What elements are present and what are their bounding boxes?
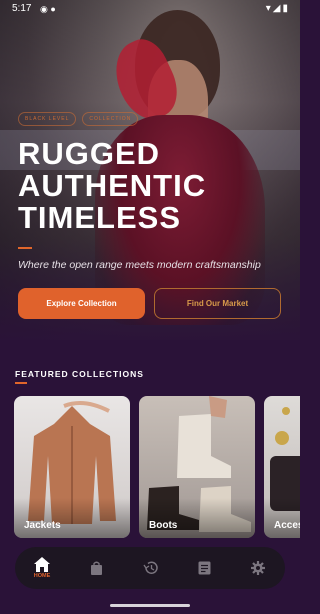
nav-item-orders[interactable] [184,550,224,586]
receipt-icon [198,561,210,575]
status-icons: ◉ ● [40,4,56,14]
featured-collections-carousel[interactable]: Jackets Boots Acces [14,396,300,538]
home-indicator[interactable] [110,604,190,607]
explore-collection-button[interactable]: Explore Collection [18,288,145,319]
status-bar: 5:17 ◉ ● ▾◢▮ [0,0,300,20]
card-label: Acces [274,520,300,531]
shopping-bag-icon [90,561,102,575]
card-label: Boots [149,520,178,531]
history-icon [142,561,158,574]
hero-tagline: Where the open range meets modern crafts… [18,259,261,271]
hero-badge: BLACK LEVEL [18,112,77,126]
hero-badges: BLACK LEVEL COLLECTION [18,112,139,126]
headline-line: TIMELESS [18,200,182,235]
section-accent-divider [15,382,27,384]
nav-item-settings[interactable] [238,550,278,586]
hero-headline: RUGGED AUTHENTIC TIMELESS [18,138,206,234]
nav-label-home: HOME [33,573,51,579]
home-icon [34,557,50,572]
card-shade [139,498,255,538]
card-label: Jackets [24,520,61,531]
card-shade [264,498,300,538]
nav-item-shop[interactable] [76,550,116,586]
headline-line: AUTHENTIC [18,168,207,203]
nav-item-history[interactable] [130,550,170,586]
card-shade [14,498,130,538]
collection-card-accessories[interactable]: Acces [264,396,300,538]
hero-badge: COLLECTION [82,112,139,126]
collection-card-boots[interactable]: Boots [139,396,255,538]
settings-icon [251,561,265,575]
featured-collections-title: FEATURED COLLECTIONS [15,369,144,379]
headline-accent-divider [18,247,32,249]
find-our-market-button[interactable]: Find Our Market [154,288,281,319]
headline-line: RUGGED [18,136,161,171]
status-time: 5:17 [12,3,32,14]
bottom-navigation: HOME [15,547,285,589]
collection-card-jackets[interactable]: Jackets [14,396,130,538]
nav-item-home[interactable]: HOME [22,550,62,586]
status-system-icons: ▾◢▮ [265,3,290,14]
